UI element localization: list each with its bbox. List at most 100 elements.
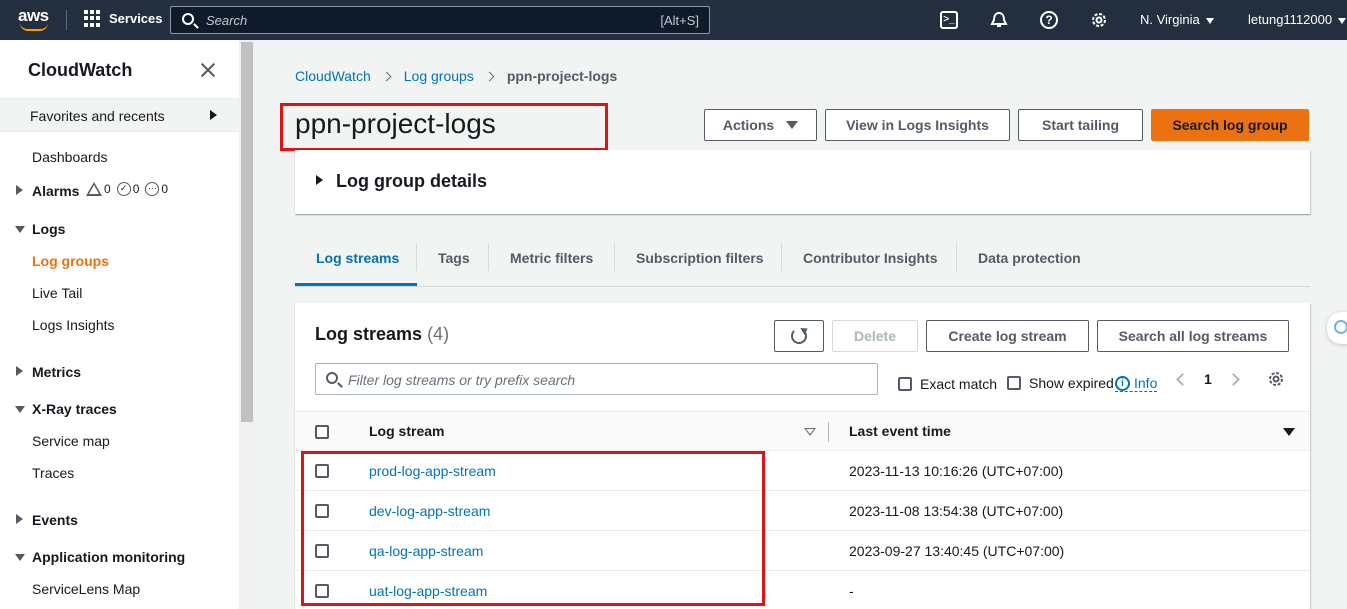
- services-menu-button[interactable]: Services: [84, 10, 163, 27]
- caret-down-icon[interactable]: [15, 406, 25, 413]
- sort-descending-icon[interactable]: [1283, 428, 1295, 436]
- filter-log-streams-input[interactable]: Filter log streams or try prefix search: [315, 363, 878, 395]
- log-stream-link[interactable]: prod-log-app-stream: [369, 463, 496, 479]
- chevron-right-icon[interactable]: [1227, 373, 1240, 386]
- sidebar-item-logs[interactable]: Logs: [32, 221, 65, 237]
- assistant-icon[interactable]: [1327, 312, 1347, 344]
- row-checkbox[interactable]: [315, 464, 329, 478]
- search-all-log-streams-button[interactable]: Search all log streams: [1097, 320, 1289, 352]
- refresh-button[interactable]: [774, 320, 824, 352]
- sidebar-favorites[interactable]: Favorites and recents: [0, 98, 239, 132]
- caret-right-icon: [210, 110, 217, 120]
- tab-metric-filters[interactable]: Metric filters: [510, 250, 593, 266]
- log-stream-link[interactable]: qa-log-app-stream: [369, 543, 483, 559]
- tab-log-streams[interactable]: Log streams: [316, 250, 399, 266]
- close-icon[interactable]: [200, 62, 216, 78]
- sidebar-item-live-tail[interactable]: Live Tail: [32, 285, 82, 301]
- sidebar-item-events[interactable]: Events: [32, 512, 78, 528]
- exact-match-checkbox[interactable]: [898, 377, 912, 391]
- view-in-logs-insights-button[interactable]: View in Logs Insights: [825, 109, 1010, 141]
- log-streams-heading: Log streams (4): [315, 324, 450, 344]
- ok-check-icon: ✓: [116, 182, 131, 196]
- show-expired-checkbox[interactable]: [1007, 376, 1021, 390]
- sidebar: CloudWatch Favorites and recents Dashboa…: [0, 40, 239, 609]
- chevron-left-icon[interactable]: [1176, 373, 1189, 386]
- actions-button[interactable]: Actions: [704, 109, 817, 141]
- caret-right-icon[interactable]: [16, 514, 23, 524]
- sidebar-item-application-monitoring[interactable]: Application monitoring: [32, 549, 185, 565]
- sidebar-item-servicelens-map[interactable]: ServiceLens Map: [32, 581, 140, 597]
- caret-down-icon: [786, 121, 799, 129]
- last-event-time: 2023-11-13 10:16:26 (UTC+07:00): [849, 463, 1064, 479]
- column-last-event-time[interactable]: Last event time: [849, 423, 951, 439]
- last-event-time: 2023-11-08 13:54:38 (UTC+07:00): [849, 503, 1064, 519]
- cloudshell-icon[interactable]: >_: [940, 11, 958, 29]
- sidebar-item-xray[interactable]: X-Ray traces: [32, 401, 117, 417]
- table-row: prod-log-app-stream 2023-11-13 10:16:26 …: [295, 451, 1310, 491]
- bell-icon[interactable]: [990, 11, 1008, 29]
- grid-icon: [84, 10, 101, 27]
- log-stream-link[interactable]: dev-log-app-stream: [369, 503, 490, 519]
- breadcrumb-log-groups[interactable]: Log groups: [404, 68, 474, 84]
- log-stream-link[interactable]: uat-log-app-stream: [369, 583, 487, 599]
- sidebar-item-logs-insights[interactable]: Logs Insights: [32, 317, 115, 333]
- page-title: ppn-project-logs: [295, 108, 496, 139]
- tab-tags[interactable]: Tags: [438, 250, 470, 266]
- last-event-time: -: [849, 583, 854, 599]
- create-log-stream-button[interactable]: Create log stream: [926, 320, 1089, 352]
- sidebar-item-traces[interactable]: Traces: [32, 465, 74, 481]
- delete-button[interactable]: Delete: [832, 320, 918, 352]
- row-checkbox[interactable]: [315, 504, 329, 518]
- gear-icon[interactable]: [1267, 370, 1285, 388]
- log-group-details-panel[interactable]: Log group details: [295, 150, 1310, 214]
- chevron-right-icon: [381, 71, 392, 81]
- tab-data-protection[interactable]: Data protection: [978, 250, 1081, 266]
- search-icon: [182, 13, 194, 25]
- row-checkbox[interactable]: [315, 584, 329, 598]
- show-expired-label: Show expired: [1029, 375, 1114, 391]
- tab-contributor-insights[interactable]: Contributor Insights: [803, 250, 938, 266]
- exact-match-label: Exact match: [920, 376, 998, 392]
- table-row: dev-log-app-stream 2023-11-08 13:54:38 (…: [295, 491, 1310, 531]
- caret-right-icon[interactable]: [16, 185, 23, 195]
- start-tailing-button[interactable]: Start tailing: [1018, 109, 1143, 141]
- gear-icon[interactable]: [1090, 11, 1108, 29]
- top-navigation: aws Services Search [Alt+S] >_ ? N. Virg…: [0, 0, 1347, 40]
- row-checkbox[interactable]: [315, 544, 329, 558]
- breadcrumb-cloudwatch[interactable]: CloudWatch: [295, 68, 371, 84]
- region-selector[interactable]: N. Virginia: [1140, 12, 1214, 27]
- caret-right-icon: [316, 175, 323, 185]
- caret-down-icon: [1338, 17, 1347, 24]
- search-icon: [326, 372, 338, 384]
- table-row: qa-log-app-stream 2023-09-27 13:40:45 (U…: [295, 531, 1310, 571]
- sidebar-scrollbar[interactable]: [239, 40, 255, 609]
- search-input[interactable]: Search [Alt+S]: [170, 6, 710, 34]
- caret-down-icon[interactable]: [15, 226, 25, 233]
- help-icon[interactable]: ?: [1040, 11, 1058, 29]
- alarm-status-summary: 0 ✓ 0 ··· 0: [86, 182, 168, 196]
- sidebar-item-metrics[interactable]: Metrics: [32, 364, 81, 380]
- sidebar-item-service-map[interactable]: Service map: [32, 433, 110, 449]
- select-all-checkbox[interactable]: [315, 425, 329, 439]
- column-log-stream[interactable]: Log stream: [369, 423, 444, 439]
- log-streams-count: (4): [427, 324, 450, 344]
- info-link[interactable]: i Info: [1115, 375, 1158, 392]
- sort-icon[interactable]: [804, 428, 816, 436]
- sidebar-title: CloudWatch: [28, 60, 133, 80]
- caret-right-icon[interactable]: [16, 366, 23, 376]
- tabs: Log streams Tags Metric filters Subscrip…: [295, 236, 1310, 287]
- sidebar-item-dashboards[interactable]: Dashboards: [32, 149, 108, 165]
- sidebar-item-log-groups[interactable]: Log groups: [32, 253, 109, 269]
- caret-down-icon[interactable]: [15, 554, 25, 561]
- tab-subscription-filters[interactable]: Subscription filters: [636, 250, 764, 266]
- aws-logo[interactable]: aws: [18, 6, 52, 32]
- breadcrumb: CloudWatch Log groups ppn-project-logs: [295, 68, 617, 84]
- log-streams-panel: Log streams (4) Delete Create log stream…: [295, 303, 1310, 609]
- alarm-warning-icon: [86, 182, 102, 196]
- last-event-time: 2023-09-27 13:40:45 (UTC+07:00): [849, 543, 1065, 559]
- account-menu[interactable]: letung1112000: [1248, 12, 1347, 27]
- breadcrumb-current: ppn-project-logs: [506, 68, 618, 84]
- search-log-group-button[interactable]: Search log group: [1151, 109, 1309, 141]
- page-number[interactable]: 1: [1204, 371, 1212, 387]
- sidebar-item-alarms[interactable]: Alarms: [32, 183, 79, 199]
